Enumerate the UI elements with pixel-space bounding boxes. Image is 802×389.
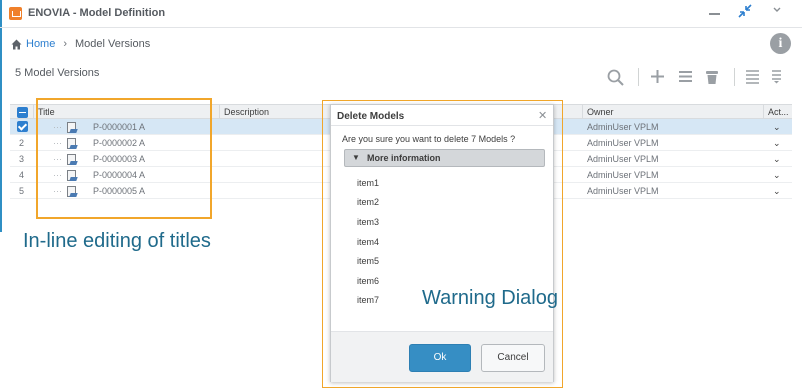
inline-editing-caption: In-line editing of titles bbox=[23, 230, 211, 252]
breadcrumb-separator: › bbox=[63, 38, 68, 50]
delete-icon[interactable] bbox=[705, 69, 719, 89]
select-all-checkbox[interactable] bbox=[17, 107, 28, 118]
breadcrumb-current: Model Versions bbox=[75, 38, 151, 50]
collapse-arrows-icon[interactable] bbox=[738, 4, 752, 21]
list-item: item3 bbox=[357, 217, 380, 227]
breadcrumb: Home › Model Versions bbox=[11, 37, 150, 51]
dialog-footer: Ok Cancel bbox=[331, 331, 553, 382]
search-icon[interactable] bbox=[607, 69, 624, 90]
list-item: item1 bbox=[357, 178, 380, 188]
row-actions-chevron-icon[interactable]: ⌄ bbox=[773, 183, 781, 199]
model-count-label: 5 Model Versions bbox=[15, 67, 100, 79]
column-header-actions[interactable]: Act... bbox=[763, 105, 792, 120]
list-view-icon[interactable] bbox=[745, 69, 760, 88]
row-owner: AdminUser VPLM bbox=[587, 138, 659, 148]
list-item: item5 bbox=[357, 256, 380, 266]
dialog-title: Delete Models bbox=[337, 111, 405, 122]
title-bar: ENOVIA - Model Definition bbox=[0, 0, 802, 28]
row-number: 3 bbox=[19, 154, 25, 164]
sort-icon[interactable] bbox=[771, 69, 782, 88]
row-checkbox[interactable] bbox=[17, 121, 28, 132]
list-remove-icon[interactable] bbox=[678, 69, 693, 88]
toolbar-divider bbox=[734, 68, 735, 86]
row-number: 5 bbox=[19, 186, 25, 196]
row-number: 4 bbox=[19, 170, 25, 180]
dialog-question: Are you sure you want to delete 7 Models… bbox=[342, 134, 516, 144]
list-item: item2 bbox=[357, 197, 380, 207]
home-icon[interactable] bbox=[11, 39, 22, 50]
row-actions-chevron-icon[interactable]: ⌄ bbox=[773, 119, 781, 135]
caret-down-icon: ▼ bbox=[352, 153, 360, 162]
row-actions-chevron-icon[interactable]: ⌄ bbox=[773, 151, 781, 167]
window-left-edge bbox=[0, 0, 2, 232]
cancel-button[interactable]: Cancel bbox=[481, 344, 545, 372]
minimize-icon[interactable] bbox=[709, 13, 720, 15]
warning-dialog-caption: Warning Dialog bbox=[422, 287, 558, 309]
add-icon[interactable] bbox=[650, 69, 665, 88]
enovia-app-icon bbox=[9, 7, 22, 20]
more-information-label: More information bbox=[367, 153, 441, 163]
list-item: item7 bbox=[357, 295, 380, 305]
row-owner: AdminUser VPLM bbox=[587, 122, 659, 132]
list-item: item4 bbox=[357, 237, 380, 247]
list-item: item6 bbox=[357, 276, 380, 286]
column-header-owner[interactable]: Owner bbox=[582, 105, 762, 120]
more-information-toggle[interactable]: ▼ More information bbox=[344, 149, 545, 167]
delete-models-dialog: Delete Models ✕ Are you sure you want to… bbox=[330, 104, 554, 382]
dialog-divider bbox=[331, 125, 553, 126]
app-title: ENOVIA - Model Definition bbox=[28, 7, 166, 19]
row-owner: AdminUser VPLM bbox=[587, 154, 659, 164]
row-actions-chevron-icon[interactable]: ⌄ bbox=[773, 167, 781, 183]
toolbar-divider bbox=[638, 68, 639, 86]
ok-button[interactable]: Ok bbox=[409, 344, 471, 372]
info-icon[interactable]: i bbox=[770, 33, 791, 54]
row-actions-chevron-icon[interactable]: ⌄ bbox=[773, 135, 781, 151]
chevron-down-icon[interactable] bbox=[772, 5, 782, 18]
row-owner: AdminUser VPLM bbox=[587, 170, 659, 180]
breadcrumb-home-link[interactable]: Home bbox=[26, 38, 55, 50]
inline-editing-highlight-box bbox=[36, 98, 212, 219]
close-icon[interactable]: ✕ bbox=[538, 109, 547, 122]
row-number: 2 bbox=[19, 138, 25, 148]
row-owner: AdminUser VPLM bbox=[587, 186, 659, 196]
